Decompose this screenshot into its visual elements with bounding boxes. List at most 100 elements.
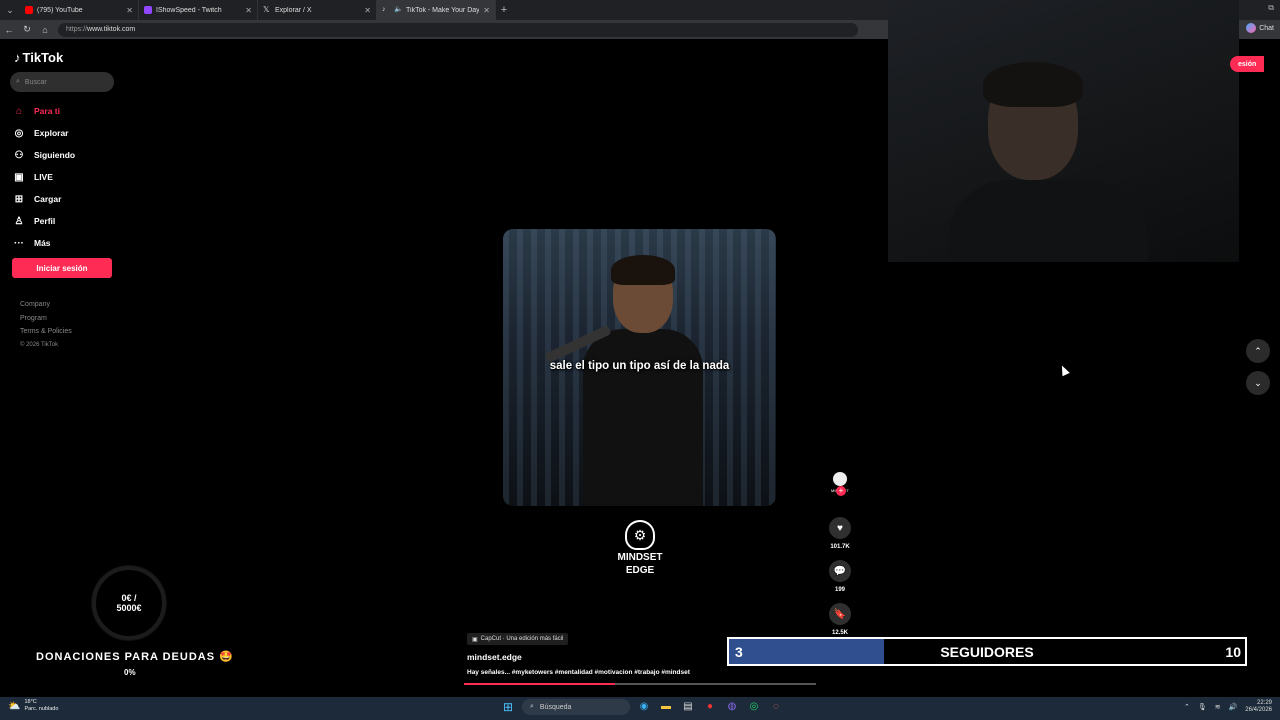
app-red-icon[interactable]: ●	[702, 699, 718, 715]
donation-goal: 5000€	[116, 603, 142, 613]
windows-start-icon[interactable]: ⊞	[500, 699, 516, 715]
nav-item-mas[interactable]: ··· Más	[12, 232, 75, 254]
avatar[interactable]: +	[833, 472, 847, 496]
window-controls[interactable]: ⧉	[1268, 3, 1274, 13]
mindset-edge-logo: ⚙ MINDSET EDGE	[610, 520, 670, 576]
tab-menu-chevron-icon[interactable]: ⌄	[0, 0, 20, 20]
followers-goal: 10	[1225, 644, 1241, 660]
volume-icon[interactable]: 🔊	[1229, 703, 1238, 711]
cloud-sun-icon: ⛅	[8, 700, 21, 712]
tab-youtube[interactable]: (795) YouTube ✕	[20, 0, 139, 20]
nav-item-siguiendo[interactable]: ⚇ Siguiendo	[12, 144, 76, 166]
folder-icon[interactable]: ▬	[658, 699, 674, 715]
nav-label: Cargar	[34, 194, 62, 204]
tiktok-note-icon: ♪	[14, 50, 21, 65]
reload-icon[interactable]: ↻	[18, 24, 36, 35]
nav-item-perfil[interactable]: ♙ Perfil	[12, 210, 75, 232]
video-progress-bar[interactable]	[464, 683, 816, 685]
home-icon[interactable]: ⌂	[36, 25, 54, 35]
discord-icon[interactable]: ◍	[724, 699, 740, 715]
taskbar-apps: ⊞ ⌕ Búsqueda ◉ ▬ ▤ ● ◍ ◎ ◌	[500, 699, 784, 715]
youtube-icon	[25, 6, 33, 14]
mouse-cursor-icon	[1058, 363, 1070, 377]
weather-desc: Parc. nublado	[24, 706, 59, 712]
new-tab-button[interactable]: +	[496, 4, 512, 16]
more-icon: ···	[14, 237, 24, 249]
nav-item-cargar[interactable]: ⊞ Cargar	[12, 188, 75, 210]
weather-widget[interactable]: ⛅ 18°C Parc. nublado	[8, 699, 58, 713]
whatsapp-icon[interactable]: ◎	[746, 699, 762, 715]
bookmark-icon[interactable]: 🔖	[829, 603, 851, 625]
copyright: © 2026 TikTok	[20, 341, 59, 348]
tab-label: (795) YouTube	[37, 6, 83, 14]
microphone-icon[interactable]: 🎙	[1198, 703, 1207, 711]
donation-amount: 0€ /	[121, 593, 137, 603]
chevron-up-icon[interactable]: ⌃	[1184, 703, 1190, 711]
login-button-top[interactable]: esión	[1230, 56, 1264, 72]
chat-button[interactable]: Chat	[1246, 23, 1274, 33]
compass-icon: ◎	[14, 127, 24, 139]
url-input[interactable]: https:// www.tiktok.com	[58, 22, 858, 37]
chrome-icon[interactable]: ◌	[768, 699, 784, 715]
comment-icon[interactable]: 💬	[829, 560, 851, 582]
tab-twitch[interactable]: IShowSpeed - Twitch ✕	[139, 0, 258, 20]
url-protocol: https://	[66, 26, 88, 33]
footer-company-link[interactable]: Company	[20, 298, 72, 312]
nav-item-explorar[interactable]: ◎ Explorar	[12, 122, 75, 144]
wifi-icon[interactable]: ≋	[1215, 703, 1221, 711]
capcut-icon: ▣	[472, 636, 478, 643]
edge-icon[interactable]: ◉	[636, 699, 652, 715]
clock[interactable]: 22:29 26/4/2026	[1245, 700, 1272, 714]
close-icon[interactable]: ✕	[483, 6, 490, 15]
brand-line-2: EDGE	[625, 565, 655, 576]
capcut-label: CapCut · Una edición más fácil	[480, 636, 564, 642]
brain-head-icon: ⚙	[625, 520, 655, 550]
video-description: Hay señales... #myketowers #mentalidad #…	[467, 669, 690, 676]
bookmark-count: 12.5K	[831, 630, 848, 636]
video-progress-fill	[464, 683, 616, 685]
video-caption: sale el tipo un tipo así de la nada	[549, 360, 730, 372]
close-icon[interactable]: ✕	[245, 6, 252, 15]
tiktok-logo[interactable]: ♪ TikTok	[14, 50, 63, 65]
capcut-badge[interactable]: ▣ CapCut · Una edición más fácil	[467, 633, 569, 645]
video-username[interactable]: mindset.edge	[467, 652, 522, 662]
followers-goal-bar: 3 SEGUIDORES 10	[727, 637, 1247, 666]
chat-label: Chat	[1259, 24, 1274, 32]
speaker-icon[interactable]: 🔈	[394, 6, 403, 14]
video-person	[583, 255, 703, 506]
tab-x[interactable]: 𝕏 Explorar / X ✕	[258, 0, 377, 20]
weather-temp: 18°C	[24, 699, 37, 705]
search-input[interactable]: ⌕ Buscar	[10, 72, 114, 92]
chevron-up-icon[interactable]: ⌃	[1246, 339, 1270, 363]
chevron-down-icon[interactable]: ⌄	[1246, 371, 1270, 395]
close-icon[interactable]: ✕	[364, 6, 371, 15]
back-icon[interactable]: ←	[0, 25, 18, 35]
action-rail: + MINDSET ♥ 101.7K 💬 199 🔖 12.5K	[828, 470, 852, 646]
taskbar: ⛅ 18°C Parc. nublado ⊞ ⌕ Búsqueda ◉ ▬ ▤ …	[0, 697, 1280, 720]
live-icon: ▣	[14, 171, 24, 183]
nav-label: Explorar	[34, 128, 69, 138]
url-text: www.tiktok.com	[87, 26, 136, 33]
footer-links: Company Program Terms & Policies © 2026 …	[20, 298, 72, 352]
logo-text: TikTok	[22, 50, 64, 65]
like-count: 101.7K	[830, 544, 850, 550]
twitch-icon	[144, 6, 152, 14]
nav-item-live[interactable]: ▣ LIVE	[12, 166, 75, 188]
donation-percent: 0%	[124, 668, 136, 677]
tab-label: IShowSpeed - Twitch	[156, 6, 222, 14]
tiktok-icon: ♪	[382, 6, 386, 13]
tab-tiktok[interactable]: ♪ 🔈 TikTok - Make Your Day ✕	[377, 0, 496, 20]
store-icon[interactable]: ▤	[680, 699, 696, 715]
taskbar-search[interactable]: ⌕ Búsqueda	[522, 699, 630, 715]
nav-label: Siguiendo	[34, 150, 76, 160]
footer-terms-link[interactable]: Terms & Policies	[20, 325, 72, 339]
video-player[interactable]: sale el tipo un tipo así de la nada	[503, 229, 776, 506]
footer-program-link[interactable]: Program	[20, 312, 72, 326]
donation-ring: 0€ / 5000€	[92, 566, 166, 640]
brand-line-1: MINDSET	[617, 552, 663, 563]
heart-icon[interactable]: ♥	[829, 517, 851, 539]
follow-plus-icon[interactable]: +	[836, 486, 846, 496]
close-icon[interactable]: ✕	[126, 6, 133, 15]
login-button[interactable]: Iniciar sesión	[12, 258, 112, 278]
nav-item-para-ti[interactable]: ⌂ Para ti	[12, 100, 75, 122]
